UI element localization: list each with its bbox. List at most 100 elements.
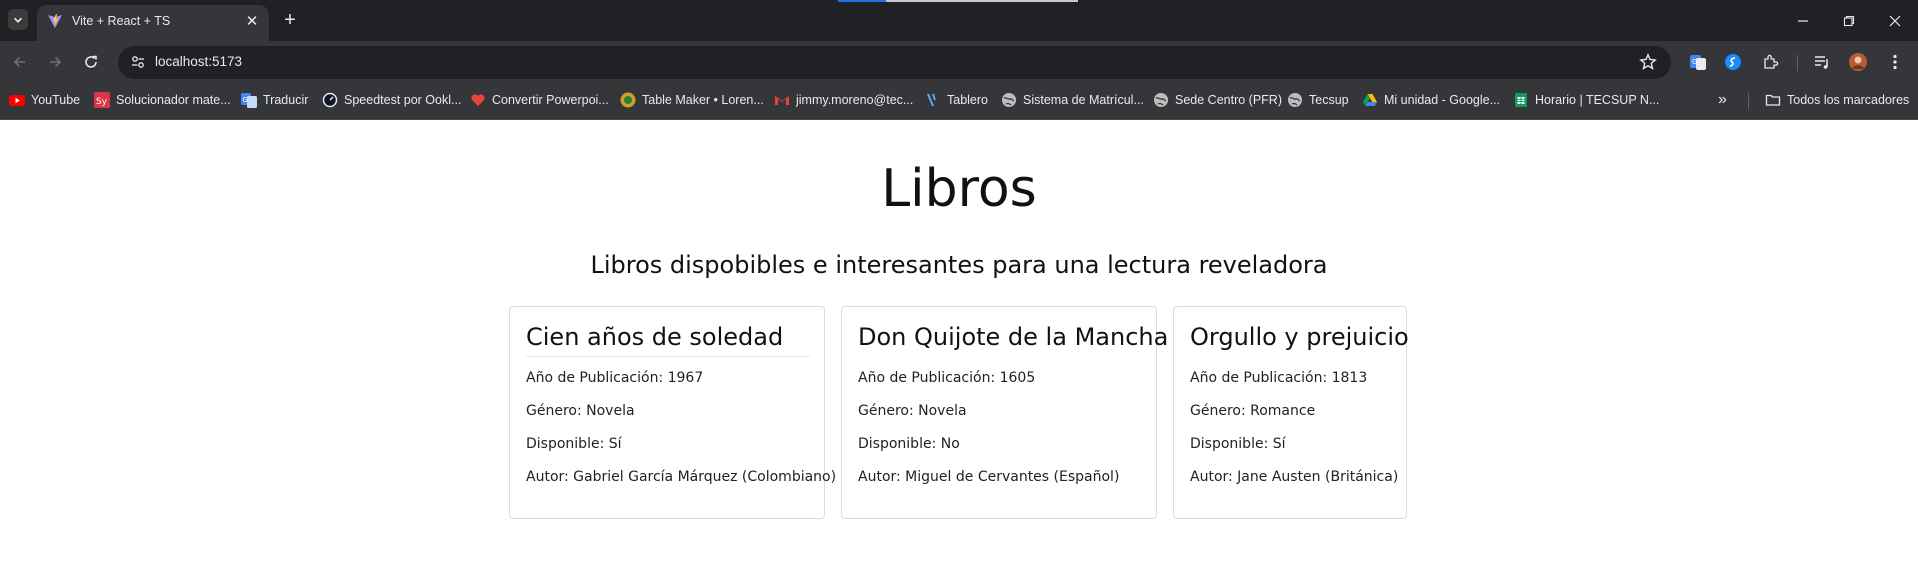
bookmark-mi-unidad[interactable]: Mi unidad - Google... xyxy=(1362,90,1500,110)
bookmark-convertir[interactable]: Convertir Powerpoi... xyxy=(470,90,609,110)
bookmark-youtube[interactable]: YouTube xyxy=(9,90,80,110)
book-availability: Disponible: Sí xyxy=(1190,436,1286,452)
book-title: Orgullo y prejuicio xyxy=(1190,323,1409,351)
profile-avatar[interactable] xyxy=(1849,53,1867,71)
table-maker-icon xyxy=(620,92,636,108)
tab-strip-indicator-accent xyxy=(838,0,886,2)
globe-icon xyxy=(1154,93,1168,107)
card-divider xyxy=(526,356,810,357)
youtube-icon xyxy=(9,95,25,106)
restore-button[interactable] xyxy=(1826,8,1872,34)
tablero-icon xyxy=(927,93,936,106)
book-author: Autor: Jane Austen (Británica) xyxy=(1190,469,1399,485)
globe-icon xyxy=(1288,93,1302,107)
bookmark-label: Horario | TECSUP N... xyxy=(1535,93,1660,107)
bookmark-label: Sede Centro (PFR) xyxy=(1175,93,1282,107)
vite-icon xyxy=(48,14,62,28)
svg-text:G: G xyxy=(1692,58,1697,66)
book-card: Cien años de soledad Año de Publicación:… xyxy=(509,306,836,519)
menu-kebab-icon[interactable] xyxy=(1886,53,1904,71)
bookmark-label: YouTube xyxy=(31,93,81,107)
bookmark-horario[interactable]: Horario | TECSUP N... xyxy=(1513,90,1659,110)
google-translate-extension-icon[interactable]: G xyxy=(1689,53,1707,71)
browser-toolbar: localhost:5173 G xyxy=(0,41,1918,82)
restore-icon xyxy=(1843,15,1855,27)
bookmark-tecsup[interactable]: Tecsup xyxy=(1287,90,1349,110)
minimize-button[interactable] xyxy=(1780,8,1826,34)
page-subtitle: Libros dispobibles e interesantes para u… xyxy=(590,251,1328,279)
bookmarks-separator xyxy=(1748,93,1749,109)
gmail-icon xyxy=(775,96,789,105)
tab-close-icon[interactable]: ✕ xyxy=(243,12,261,30)
book-author: Autor: Miguel de Cervantes (Español) xyxy=(858,469,1120,485)
tab-title: Vite + React + TS xyxy=(72,14,171,28)
book-genre: Género: Novela xyxy=(858,403,967,419)
heart-icon xyxy=(471,94,485,106)
forward-button[interactable] xyxy=(42,49,68,75)
close-window-button[interactable] xyxy=(1872,8,1918,34)
reload-button[interactable] xyxy=(78,49,104,75)
drive-icon xyxy=(1363,94,1377,106)
bookmark-label: Sistema de Matrícul... xyxy=(1023,93,1144,107)
chevron-double-right-icon: » xyxy=(1718,91,1727,108)
book-genre: Género: Romance xyxy=(1190,403,1316,419)
new-tab-button[interactable]: + xyxy=(280,10,300,30)
symbolab-icon: Sy xyxy=(94,92,110,108)
media-controls-icon[interactable] xyxy=(1813,53,1831,71)
chevron-down-icon xyxy=(13,17,23,23)
arrow-right-icon xyxy=(50,56,62,68)
book-title: Cien años de soledad xyxy=(526,323,784,351)
bookmark-label: Solucionador mate... xyxy=(116,93,231,107)
folder-icon xyxy=(1765,94,1781,106)
translate-icon: G xyxy=(241,93,257,108)
bookmarks-overflow-button[interactable]: » xyxy=(1718,90,1727,110)
bookmark-label: Mi unidad - Google... xyxy=(1384,93,1501,107)
bookmark-gmail[interactable]: jimmy.moreno@tec... xyxy=(774,90,913,110)
bookmark-sede-centro[interactable]: Sede Centro (PFR) xyxy=(1153,90,1282,110)
extensions-puzzle-icon[interactable] xyxy=(1762,53,1780,71)
book-genre: Género: Novela xyxy=(526,403,635,419)
arrow-left-icon xyxy=(13,56,25,68)
book-year: Año de Publicación: 1967 xyxy=(526,370,704,386)
bookmark-table-maker[interactable]: Table Maker • Loren... xyxy=(620,90,764,110)
site-info-icon[interactable] xyxy=(130,54,146,70)
sheets-icon xyxy=(1515,93,1527,107)
address-bar[interactable]: localhost:5173 xyxy=(118,46,1671,79)
book-year: Año de Publicación: 1605 xyxy=(858,370,1036,386)
bookmark-traducir[interactable]: G Traducir xyxy=(241,90,308,110)
bookmark-label: jimmy.moreno@tec... xyxy=(796,93,914,107)
bookmark-sistema-matricula[interactable]: Sistema de Matrícul... xyxy=(1001,90,1144,110)
bookmark-star-icon[interactable] xyxy=(1639,53,1657,71)
svg-text:Sy: Sy xyxy=(96,97,108,107)
book-availability: Disponible: Sí xyxy=(526,436,622,452)
bookmark-label: Convertir Powerpoi... xyxy=(492,93,609,107)
tab-strip: Vite + React + TS ✕ + xyxy=(0,0,1918,41)
back-button[interactable] xyxy=(7,49,33,75)
bookmark-speedtest[interactable]: Speedtest por Ookl... xyxy=(322,90,461,110)
page-title: Libros xyxy=(881,159,1037,219)
globe-icon xyxy=(1002,93,1016,107)
book-card: Orgullo y prejuicio Año de Publicación: … xyxy=(1173,306,1409,519)
book-availability: Disponible: No xyxy=(858,436,960,452)
all-bookmarks-folder[interactable]: Todos los marcadores xyxy=(1765,90,1909,110)
bookmark-label: Speedtest por Ookl... xyxy=(344,93,462,107)
bookmark-label: Traducir xyxy=(263,93,309,107)
reload-icon xyxy=(85,55,97,68)
tab-search-button[interactable] xyxy=(8,9,28,30)
close-icon xyxy=(1889,15,1901,27)
minimize-icon xyxy=(1798,20,1808,22)
active-tab[interactable]: Vite + React + TS ✕ xyxy=(37,5,269,41)
bookmarks-bar: YouTube Sy Solucionador mate... G Traduc… xyxy=(0,82,1918,120)
url-text: localhost:5173 xyxy=(155,54,243,69)
bookmark-label: Tablero xyxy=(947,93,988,107)
speedtest-icon xyxy=(322,92,338,108)
bookmark-solucionador[interactable]: Sy Solucionador mate... xyxy=(94,90,231,110)
bookmark-label: Tecsup xyxy=(1309,93,1349,107)
toolbar-separator xyxy=(1797,55,1798,71)
shazam-extension-icon[interactable] xyxy=(1724,53,1742,71)
svg-text:G: G xyxy=(243,96,248,104)
book-year: Año de Publicación: 1813 xyxy=(1190,370,1368,386)
bookmark-tablero[interactable]: Tablero xyxy=(925,90,988,110)
book-author: Autor: Gabriel García Márquez (Colombian… xyxy=(526,469,837,485)
all-bookmarks-label: Todos los marcadores xyxy=(1787,93,1910,107)
